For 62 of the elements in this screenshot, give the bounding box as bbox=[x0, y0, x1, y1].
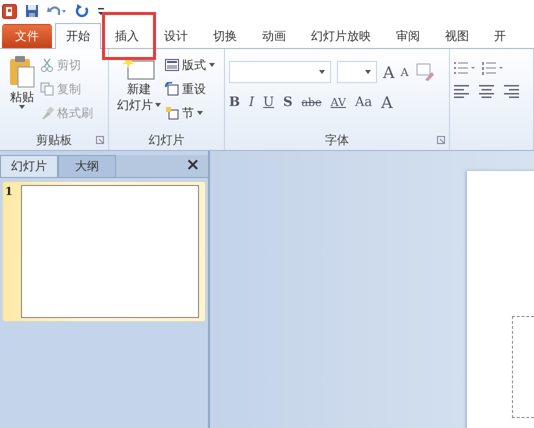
group-label: 字体 bbox=[325, 132, 349, 148]
dialog-launcher-icon[interactable] bbox=[437, 136, 445, 144]
new-slide-button[interactable]: 新建 幻灯片 bbox=[113, 53, 165, 130]
caret-icon bbox=[19, 105, 25, 109]
slide-thumbnail[interactable] bbox=[20, 185, 199, 318]
layout-icon bbox=[165, 59, 179, 71]
group-label: 幻灯片 bbox=[148, 132, 184, 148]
redo-icon[interactable] bbox=[75, 4, 89, 18]
new-slide-icon bbox=[122, 55, 156, 81]
ribbon-tab[interactable]: 幻灯片放映 bbox=[300, 24, 382, 48]
layout-button[interactable]: 版式 bbox=[165, 55, 215, 75]
save-icon[interactable] bbox=[25, 4, 39, 18]
undo-icon[interactable] bbox=[47, 4, 67, 18]
font-name-field[interactable] bbox=[229, 61, 331, 83]
grow-font-button[interactable]: A bbox=[383, 62, 395, 82]
font-size-field[interactable] bbox=[337, 61, 377, 83]
strikethrough-button[interactable]: abe bbox=[302, 96, 322, 109]
ribbon-tab[interactable]: 设计 bbox=[153, 24, 199, 48]
bullets-icon[interactable] bbox=[454, 61, 476, 75]
dialog-launcher-icon[interactable] bbox=[96, 136, 104, 144]
brush-icon bbox=[40, 106, 54, 120]
caret-icon bbox=[197, 111, 203, 115]
align-icon[interactable] bbox=[504, 85, 520, 98]
caret-icon bbox=[319, 70, 325, 74]
caret-icon bbox=[209, 63, 215, 67]
character-spacing-button[interactable]: AV bbox=[330, 96, 346, 109]
font-color-button[interactable]: A bbox=[381, 93, 393, 112]
ribbon-tab[interactable]: 审阅 bbox=[385, 24, 431, 48]
align-icon[interactable] bbox=[454, 85, 470, 98]
ribbon-tab[interactable]: 视图 bbox=[434, 24, 480, 48]
slide-number: 1 bbox=[5, 185, 13, 200]
reset-icon bbox=[165, 82, 179, 96]
copy-icon bbox=[40, 82, 54, 96]
shrink-font-button[interactable]: A bbox=[400, 66, 409, 78]
paste-button[interactable]: 粘贴 bbox=[4, 53, 40, 130]
change-case-button[interactable]: Aa bbox=[354, 95, 372, 110]
reset-button[interactable]: 重设 bbox=[165, 79, 215, 99]
caret-icon bbox=[365, 70, 371, 74]
ribbon-tab[interactable]: 开始 bbox=[55, 23, 101, 49]
align-icon[interactable] bbox=[479, 85, 495, 98]
panel-tab[interactable]: 大纲 bbox=[58, 155, 116, 177]
scissors-icon bbox=[40, 58, 54, 72]
ribbon-tab[interactable]: 切换 bbox=[202, 24, 248, 48]
numbering-icon[interactable] bbox=[482, 61, 504, 75]
panel-tab[interactable]: 幻灯片 bbox=[0, 155, 58, 177]
customize-icon[interactable] bbox=[97, 5, 105, 17]
ribbon-tab[interactable]: 插入 bbox=[104, 24, 150, 48]
ribbon-tab[interactable]: 开 bbox=[483, 24, 517, 48]
shadow-button[interactable]: S bbox=[283, 95, 292, 110]
close-button[interactable]: × bbox=[178, 155, 208, 177]
ribbon-tab[interactable]: 文件 bbox=[2, 24, 52, 48]
underline-button[interactable]: U bbox=[263, 95, 274, 110]
bold-button[interactable]: B bbox=[229, 95, 240, 110]
section-icon bbox=[165, 106, 179, 120]
italic-button[interactable]: I bbox=[249, 95, 254, 110]
section-button[interactable]: 节 bbox=[165, 103, 215, 123]
ribbon-tab[interactable]: 动画 bbox=[251, 24, 297, 48]
group-label: 剪贴板 bbox=[36, 132, 72, 148]
slide-thumbnail-row[interactable]: 1 bbox=[3, 182, 205, 321]
caret-icon bbox=[155, 103, 161, 107]
clear-formatting-icon[interactable] bbox=[414, 62, 435, 82]
clipboard-icon bbox=[8, 55, 36, 89]
